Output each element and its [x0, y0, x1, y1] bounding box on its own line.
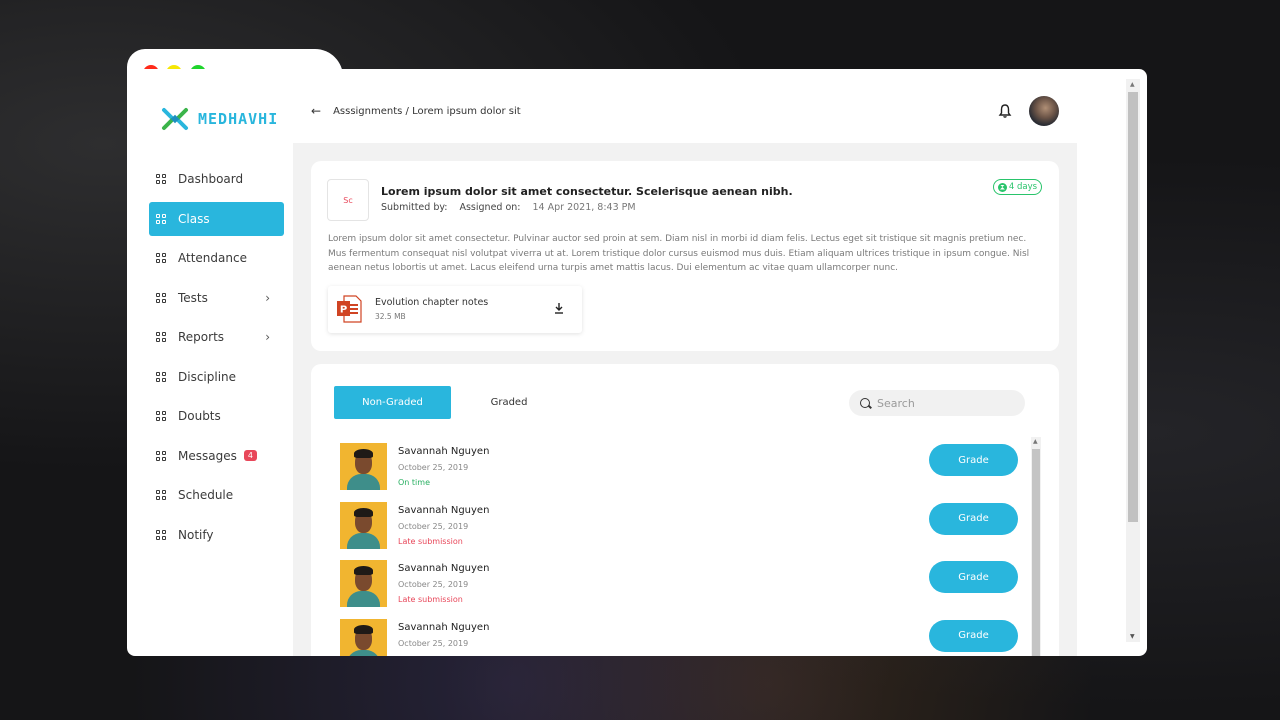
grid-icon — [156, 332, 166, 342]
brand-name: MEDHAVHI — [198, 110, 279, 128]
sidebar-item-label: Notify — [178, 527, 214, 542]
sidebar-item-label: Reports — [178, 330, 225, 344]
sidebar-item-attendance[interactable]: Attendance — [149, 241, 284, 275]
submission-date: October 25, 2019 — [398, 463, 469, 472]
tab-non-graded[interactable]: Non-Graded — [334, 386, 451, 419]
assignment-description: Lorem ipsum dolor sit amet consectetur. … — [328, 234, 1030, 273]
sidebar-item-messages[interactable]: Messages 4 — [149, 439, 284, 473]
submission-status: Late submission — [398, 536, 463, 546]
grade-button[interactable]: Grade — [929, 444, 1018, 476]
page-scrollbar[interactable]: ▲ ▼ — [1126, 79, 1140, 642]
svg-text:P: P — [340, 305, 347, 316]
grid-icon — [156, 174, 166, 184]
sidebar-item-notify[interactable]: Notify — [149, 518, 284, 552]
tab-graded[interactable]: Graded — [475, 386, 543, 419]
assignment-meta: Submitted by: Assigned on: 14 Apr 2021, … — [381, 202, 636, 213]
sidebar-nav: Dashboard Class Attendance Tests › Reports › Di… — [149, 162, 284, 557]
sidebar-item-label: Messages — [178, 448, 237, 463]
grid-icon — [156, 253, 166, 263]
assignment-card: Sc Lorem ipsum dolor sit amet consectetu… — [311, 161, 1059, 351]
grade-button[interactable]: Grade — [929, 502, 1018, 535]
student-name: Savannah Nguyen — [398, 446, 490, 457]
subject-code-box: Sc — [327, 179, 369, 221]
breadcrumb-text[interactable]: Asssignments / Lorem ipsum dolor sit — [333, 106, 521, 117]
arrow-left-icon[interactable]: ← — [311, 104, 321, 118]
grid-icon — [156, 371, 166, 382]
student-avatar — [340, 501, 387, 549]
brand-logo[interactable]: MEDHAVHI — [161, 105, 278, 133]
breadcrumb: ← Asssignments / Lorem ipsum dolor sit — [311, 104, 521, 118]
grid-icon — [156, 450, 166, 461]
grade-button[interactable]: Grade — [929, 619, 1018, 652]
assigned-on-label: Assigned on: — [459, 202, 521, 213]
app-window: MEDHAVHI Dashboard Class Attendance Tests › R… — [127, 69, 1147, 656]
sidebar-item-reports[interactable]: Reports › — [149, 320, 284, 354]
grid-icon — [156, 292, 166, 303]
chevron-right-icon: › — [265, 290, 270, 305]
sidebar-item-dashboard[interactable]: Dashboard — [149, 162, 284, 196]
submission-list: Savannah Nguyen October 25, 2019 On time Gr… — [340, 443, 1020, 656]
list-scrollbar-thumb[interactable] — [1032, 449, 1040, 656]
powerpoint-file-icon: P — [337, 295, 362, 323]
page-scrollbar-thumb[interactable] — [1128, 92, 1138, 522]
sidebar-item-label: Doubts — [178, 409, 221, 423]
sidebar-item-label: Attendance — [178, 251, 247, 265]
grid-icon — [156, 490, 166, 500]
search-input[interactable] — [877, 396, 1007, 410]
sidebar-item-discipline[interactable]: Discipline — [149, 360, 284, 394]
scroll-up-icon[interactable]: ▲ — [1033, 439, 1038, 445]
sidebar-item-label: Schedule — [178, 488, 234, 502]
submission-date: October 25, 2019 — [398, 638, 469, 648]
search-box[interactable] — [849, 390, 1025, 416]
student-avatar — [340, 443, 387, 490]
main-content: Sc Lorem ipsum dolor sit amet consectetu… — [293, 143, 1077, 656]
sidebar-item-label: Dashboard — [178, 172, 244, 186]
submission-row: Savannah Nguyen October 25, 2019 Late subm… — [340, 560, 1020, 619]
submission-row: Savannah Nguyen October 25, 2019 Grade — [340, 618, 1020, 656]
user-avatar[interactable] — [1029, 96, 1059, 126]
search-icon — [860, 398, 870, 408]
sidebar-item-doubts[interactable]: Doubts — [149, 399, 284, 433]
student-name: Savannah Nguyen — [398, 563, 490, 574]
chevron-right-icon: › — [265, 330, 270, 344]
list-scrollbar[interactable]: ▲ — [1031, 437, 1041, 656]
submission-row: Savannah Nguyen October 25, 2019 On time Gr… — [340, 443, 1020, 502]
student-avatar — [340, 560, 387, 607]
attachment-size: 32.5 MB — [375, 312, 406, 321]
sidebar-item-tests[interactable]: Tests › — [149, 281, 284, 315]
sidebar-item-class[interactable]: Class — [149, 201, 284, 236]
submissions-card: Non-Graded Graded Savannah Nguyen October… — [311, 364, 1059, 656]
sidebar-item-schedule[interactable]: Schedule — [149, 478, 284, 512]
sidebar-item-label: Class — [178, 211, 210, 226]
logo-mark-icon — [162, 108, 188, 130]
hourglass-icon — [997, 182, 1007, 192]
days-left-badge: 4 days — [993, 179, 1042, 195]
assignment-title: Lorem ipsum dolor sit amet consectetur. … — [381, 185, 793, 198]
page-scroll-down-icon[interactable]: ▼ — [1130, 633, 1135, 640]
attachment-card[interactable]: P Evolution chapter notes 32.5 MB — [328, 286, 582, 333]
student-name: Savannah Nguyen — [398, 621, 490, 633]
sidebar-item-label: Tests — [178, 290, 208, 305]
page-scroll-up-icon[interactable]: ▲ — [1130, 81, 1135, 88]
grid-icon — [156, 213, 166, 224]
sidebar-item-label: Discipline — [178, 369, 237, 384]
grade-button[interactable]: Grade — [929, 561, 1018, 593]
submission-status: Late submission — [398, 595, 463, 604]
bell-icon[interactable] — [998, 103, 1012, 119]
submitted-by-label: Submitted by: — [381, 202, 448, 213]
submission-status: On time — [398, 478, 430, 487]
student-name: Savannah Nguyen — [398, 504, 490, 516]
submission-date: October 25, 2019 — [398, 521, 469, 531]
grid-icon — [156, 411, 166, 421]
student-avatar — [340, 618, 387, 656]
submission-row: Savannah Nguyen October 25, 2019 Late subm… — [340, 501, 1020, 561]
download-icon[interactable] — [554, 302, 564, 314]
attachment-name: Evolution chapter notes — [375, 297, 489, 308]
message-count-badge: 4 — [243, 450, 257, 461]
days-left-text: 4 days — [1008, 182, 1038, 192]
assigned-on-date: 14 Apr 2021, 8:43 PM — [532, 202, 636, 213]
submission-date: October 25, 2019 — [398, 580, 469, 589]
grid-icon — [156, 529, 166, 540]
